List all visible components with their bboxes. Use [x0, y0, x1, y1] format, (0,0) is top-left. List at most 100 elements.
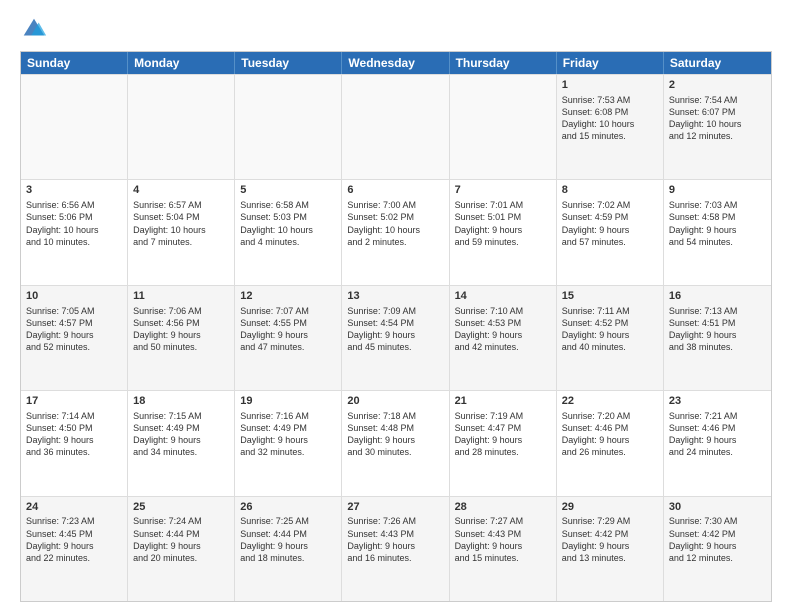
day-info-2: Sunrise: 7:54 AM Sunset: 6:07 PM Dayligh…: [669, 94, 766, 143]
day-info-25: Sunrise: 7:24 AM Sunset: 4:44 PM Dayligh…: [133, 515, 229, 564]
calendar: Sunday Monday Tuesday Wednesday Thursday…: [20, 51, 772, 602]
header-tuesday: Tuesday: [235, 52, 342, 74]
day-number-30: 30: [669, 500, 766, 515]
day-number-23: 23: [669, 394, 766, 409]
day-info-1: Sunrise: 7:53 AM Sunset: 6:08 PM Dayligh…: [562, 94, 658, 143]
day-info-4: Sunrise: 6:57 AM Sunset: 5:04 PM Dayligh…: [133, 199, 229, 248]
day-cell-12: 12Sunrise: 7:07 AM Sunset: 4:55 PM Dayli…: [235, 286, 342, 390]
day-number-22: 22: [562, 394, 658, 409]
day-number-17: 17: [26, 394, 122, 409]
header-friday: Friday: [557, 52, 664, 74]
day-number-5: 5: [240, 183, 336, 198]
day-cell-8: 8Sunrise: 7:02 AM Sunset: 4:59 PM Daylig…: [557, 180, 664, 284]
day-number-11: 11: [133, 289, 229, 304]
day-info-16: Sunrise: 7:13 AM Sunset: 4:51 PM Dayligh…: [669, 305, 766, 354]
day-cell-24: 24Sunrise: 7:23 AM Sunset: 4:45 PM Dayli…: [21, 497, 128, 601]
day-info-8: Sunrise: 7:02 AM Sunset: 4:59 PM Dayligh…: [562, 199, 658, 248]
day-number-25: 25: [133, 500, 229, 515]
day-info-27: Sunrise: 7:26 AM Sunset: 4:43 PM Dayligh…: [347, 515, 443, 564]
day-info-13: Sunrise: 7:09 AM Sunset: 4:54 PM Dayligh…: [347, 305, 443, 354]
day-number-24: 24: [26, 500, 122, 515]
day-number-3: 3: [26, 183, 122, 198]
header-sunday: Sunday: [21, 52, 128, 74]
day-cell-1: 1Sunrise: 7:53 AM Sunset: 6:08 PM Daylig…: [557, 75, 664, 179]
day-cell-22: 22Sunrise: 7:20 AM Sunset: 4:46 PM Dayli…: [557, 391, 664, 495]
day-info-20: Sunrise: 7:18 AM Sunset: 4:48 PM Dayligh…: [347, 410, 443, 459]
day-cell-11: 11Sunrise: 7:06 AM Sunset: 4:56 PM Dayli…: [128, 286, 235, 390]
day-cell-3: 3Sunrise: 6:56 AM Sunset: 5:06 PM Daylig…: [21, 180, 128, 284]
day-info-29: Sunrise: 7:29 AM Sunset: 4:42 PM Dayligh…: [562, 515, 658, 564]
day-number-21: 21: [455, 394, 551, 409]
day-cell-7: 7Sunrise: 7:01 AM Sunset: 5:01 PM Daylig…: [450, 180, 557, 284]
empty-cell-0-0: [21, 75, 128, 179]
day-info-18: Sunrise: 7:15 AM Sunset: 4:49 PM Dayligh…: [133, 410, 229, 459]
calendar-header: Sunday Monday Tuesday Wednesday Thursday…: [21, 52, 771, 74]
empty-cell-0-2: [235, 75, 342, 179]
logo-icon: [20, 15, 48, 43]
header-saturday: Saturday: [664, 52, 771, 74]
week-row-0: 1Sunrise: 7:53 AM Sunset: 6:08 PM Daylig…: [21, 74, 771, 179]
day-number-12: 12: [240, 289, 336, 304]
day-info-26: Sunrise: 7:25 AM Sunset: 4:44 PM Dayligh…: [240, 515, 336, 564]
day-number-18: 18: [133, 394, 229, 409]
day-info-23: Sunrise: 7:21 AM Sunset: 4:46 PM Dayligh…: [669, 410, 766, 459]
day-info-22: Sunrise: 7:20 AM Sunset: 4:46 PM Dayligh…: [562, 410, 658, 459]
header: [20, 15, 772, 43]
day-number-14: 14: [455, 289, 551, 304]
day-info-7: Sunrise: 7:01 AM Sunset: 5:01 PM Dayligh…: [455, 199, 551, 248]
day-cell-20: 20Sunrise: 7:18 AM Sunset: 4:48 PM Dayli…: [342, 391, 449, 495]
empty-cell-0-4: [450, 75, 557, 179]
day-info-10: Sunrise: 7:05 AM Sunset: 4:57 PM Dayligh…: [26, 305, 122, 354]
day-cell-2: 2Sunrise: 7:54 AM Sunset: 6:07 PM Daylig…: [664, 75, 771, 179]
day-number-9: 9: [669, 183, 766, 198]
week-row-1: 3Sunrise: 6:56 AM Sunset: 5:06 PM Daylig…: [21, 179, 771, 284]
day-cell-26: 26Sunrise: 7:25 AM Sunset: 4:44 PM Dayli…: [235, 497, 342, 601]
day-cell-13: 13Sunrise: 7:09 AM Sunset: 4:54 PM Dayli…: [342, 286, 449, 390]
day-info-15: Sunrise: 7:11 AM Sunset: 4:52 PM Dayligh…: [562, 305, 658, 354]
day-cell-28: 28Sunrise: 7:27 AM Sunset: 4:43 PM Dayli…: [450, 497, 557, 601]
day-number-20: 20: [347, 394, 443, 409]
day-cell-27: 27Sunrise: 7:26 AM Sunset: 4:43 PM Dayli…: [342, 497, 449, 601]
day-number-26: 26: [240, 500, 336, 515]
day-info-21: Sunrise: 7:19 AM Sunset: 4:47 PM Dayligh…: [455, 410, 551, 459]
day-number-15: 15: [562, 289, 658, 304]
day-number-28: 28: [455, 500, 551, 515]
day-number-29: 29: [562, 500, 658, 515]
day-number-8: 8: [562, 183, 658, 198]
day-info-6: Sunrise: 7:00 AM Sunset: 5:02 PM Dayligh…: [347, 199, 443, 248]
day-cell-18: 18Sunrise: 7:15 AM Sunset: 4:49 PM Dayli…: [128, 391, 235, 495]
day-number-27: 27: [347, 500, 443, 515]
page: Sunday Monday Tuesday Wednesday Thursday…: [0, 0, 792, 612]
day-cell-6: 6Sunrise: 7:00 AM Sunset: 5:02 PM Daylig…: [342, 180, 449, 284]
day-info-5: Sunrise: 6:58 AM Sunset: 5:03 PM Dayligh…: [240, 199, 336, 248]
day-number-4: 4: [133, 183, 229, 198]
day-cell-4: 4Sunrise: 6:57 AM Sunset: 5:04 PM Daylig…: [128, 180, 235, 284]
header-monday: Monday: [128, 52, 235, 74]
week-row-3: 17Sunrise: 7:14 AM Sunset: 4:50 PM Dayli…: [21, 390, 771, 495]
day-number-2: 2: [669, 78, 766, 93]
day-info-19: Sunrise: 7:16 AM Sunset: 4:49 PM Dayligh…: [240, 410, 336, 459]
week-row-2: 10Sunrise: 7:05 AM Sunset: 4:57 PM Dayli…: [21, 285, 771, 390]
day-number-19: 19: [240, 394, 336, 409]
day-cell-14: 14Sunrise: 7:10 AM Sunset: 4:53 PM Dayli…: [450, 286, 557, 390]
day-cell-15: 15Sunrise: 7:11 AM Sunset: 4:52 PM Dayli…: [557, 286, 664, 390]
empty-cell-0-3: [342, 75, 449, 179]
day-info-9: Sunrise: 7:03 AM Sunset: 4:58 PM Dayligh…: [669, 199, 766, 248]
header-wednesday: Wednesday: [342, 52, 449, 74]
calendar-body: 1Sunrise: 7:53 AM Sunset: 6:08 PM Daylig…: [21, 74, 771, 601]
day-number-16: 16: [669, 289, 766, 304]
day-cell-21: 21Sunrise: 7:19 AM Sunset: 4:47 PM Dayli…: [450, 391, 557, 495]
day-number-1: 1: [562, 78, 658, 93]
day-info-28: Sunrise: 7:27 AM Sunset: 4:43 PM Dayligh…: [455, 515, 551, 564]
day-cell-23: 23Sunrise: 7:21 AM Sunset: 4:46 PM Dayli…: [664, 391, 771, 495]
day-number-6: 6: [347, 183, 443, 198]
day-number-7: 7: [455, 183, 551, 198]
day-info-17: Sunrise: 7:14 AM Sunset: 4:50 PM Dayligh…: [26, 410, 122, 459]
day-cell-29: 29Sunrise: 7:29 AM Sunset: 4:42 PM Dayli…: [557, 497, 664, 601]
day-cell-25: 25Sunrise: 7:24 AM Sunset: 4:44 PM Dayli…: [128, 497, 235, 601]
day-number-13: 13: [347, 289, 443, 304]
day-info-12: Sunrise: 7:07 AM Sunset: 4:55 PM Dayligh…: [240, 305, 336, 354]
day-info-3: Sunrise: 6:56 AM Sunset: 5:06 PM Dayligh…: [26, 199, 122, 248]
header-thursday: Thursday: [450, 52, 557, 74]
day-cell-5: 5Sunrise: 6:58 AM Sunset: 5:03 PM Daylig…: [235, 180, 342, 284]
